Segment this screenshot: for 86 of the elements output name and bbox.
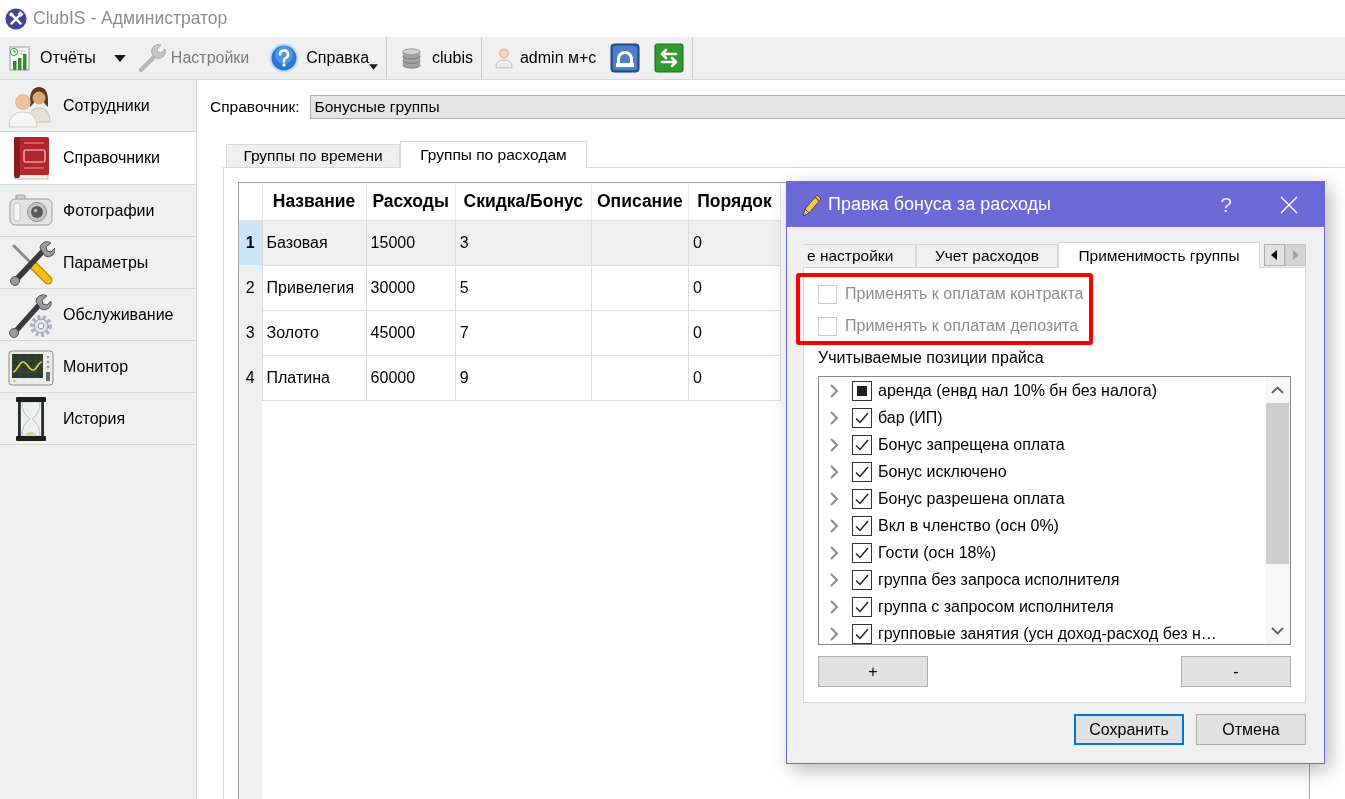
checkbox[interactable] (852, 461, 872, 482)
report-chart-icon (7, 45, 33, 71)
list-item-label[interactable]: аренда (енвд нал 10% бн без налога) (878, 381, 1157, 400)
caret-icon (113, 54, 126, 62)
list-item-label[interactable]: бар (ИП) (878, 408, 943, 427)
checkbox[interactable] (852, 569, 872, 590)
list-item-label[interactable]: группа без запроса исполнителя (878, 570, 1120, 589)
toolbar-button[interactable]: clubis (397, 40, 476, 76)
table-cell: 5 (455, 265, 592, 310)
scrollbar-thumb[interactable] (1266, 403, 1289, 564)
tab[interactable]: е настройки (803, 244, 916, 267)
field-label: Справочник: (210, 98, 300, 116)
list-item-label[interactable]: Бонус исключено (878, 462, 1007, 481)
checkbox[interactable] (852, 542, 872, 563)
checkbox[interactable] (852, 407, 872, 428)
dialog-title: Правка бонуса за расходы (828, 194, 1051, 215)
table-cell: 3 (455, 220, 592, 265)
save-button[interactable]: Сохранить (1074, 714, 1184, 745)
close-icon (1280, 195, 1298, 214)
chevron-right-icon[interactable] (829, 571, 839, 588)
add-button[interactable]: + (818, 656, 928, 687)
cancel-button[interactable]: Отмена (1196, 714, 1306, 745)
list-item-label[interactable]: групповые занятия (усн доход-расход без н… (878, 624, 1217, 643)
table-cell: 0 (688, 220, 781, 265)
list-item-label[interactable]: Вкл в членство (осн 0%) (878, 516, 1059, 535)
tab[interactable]: Группы по времени (226, 144, 400, 167)
toolbar-button[interactable]: admin м+с (491, 40, 600, 76)
list-label: Учитываемые позиции прайса (818, 348, 1045, 368)
table-cell: 45000 (366, 310, 456, 355)
chevron-right-icon[interactable] (829, 598, 839, 615)
chevron-right-icon[interactable] (829, 436, 839, 453)
caret-icon (369, 64, 379, 70)
checkbox[interactable] (852, 515, 872, 536)
table-cell: 9 (455, 355, 592, 400)
chevron-right-icon[interactable] (829, 382, 839, 399)
tab[interactable]: Применимость группы (1058, 242, 1260, 268)
swap-arrows-icon (654, 43, 685, 73)
table-cell: Привелегия (262, 265, 367, 310)
checkbox[interactable] (852, 623, 872, 644)
column-header[interactable]: Порядок (688, 183, 781, 220)
checkbox[interactable] (852, 380, 872, 401)
toolbar-button[interactable]: Отчёты (4, 40, 99, 76)
chevron-right-icon[interactable] (829, 517, 839, 534)
checkbox[interactable] (852, 596, 872, 617)
window-title: ClubIS - Администратор (33, 8, 228, 29)
app-logo-icon (5, 7, 27, 30)
remove-button[interactable]: - (1181, 656, 1291, 687)
scroll-left-icon[interactable] (1264, 244, 1285, 266)
table-cell: Золото (262, 310, 367, 355)
checkbox[interactable] (852, 488, 872, 509)
table-cell: 7 (455, 310, 592, 355)
column-header[interactable]: Название (262, 183, 367, 220)
table-cell: 0 (688, 310, 781, 355)
chevron-right-icon[interactable] (829, 544, 839, 561)
table-cell: Платина (262, 355, 367, 400)
row-header[interactable]: 1 (239, 220, 262, 265)
sidebar-item[interactable]: Справочники (0, 132, 196, 185)
list-item-label[interactable]: Бонус запрещена оплата (878, 435, 1065, 454)
chevron-right-icon[interactable] (829, 625, 839, 642)
chevron-right-icon[interactable] (829, 463, 839, 480)
tab[interactable]: Учет расходов (916, 244, 1058, 267)
table-cell: 15000 (366, 220, 456, 265)
list-item-label[interactable]: Бонус разрешена оплата (878, 489, 1065, 508)
lock-icon (610, 43, 641, 73)
row-header[interactable]: 2 (239, 265, 262, 310)
table-cell: 30000 (366, 265, 456, 310)
chevron-right-icon[interactable] (829, 490, 839, 507)
column-header[interactable]: Описание (591, 183, 689, 220)
database-icon (400, 46, 424, 70)
table-cell: 0 (688, 265, 781, 310)
table-cell: 0 (688, 355, 781, 400)
wrench-screwdriver-icon (7, 238, 55, 287)
column-header[interactable]: Скидка/Бонус (455, 183, 592, 220)
help-button[interactable]: ? (1203, 182, 1249, 227)
table-cell: 60000 (366, 355, 456, 400)
list-item-label[interactable]: Гости (осн 18%) (878, 543, 997, 562)
catalog-select[interactable]: Бонусные группы (309, 95, 1345, 119)
tab[interactable]: Группы по расходам (400, 141, 587, 168)
checkbox[interactable] (852, 434, 872, 455)
help-icon (269, 43, 300, 73)
user-icon (494, 47, 513, 69)
toolbar-button[interactable]: Справка (266, 40, 382, 76)
column-header[interactable]: Расходы (366, 183, 456, 220)
list-item-label[interactable]: группа с запросом исполнителя (878, 597, 1114, 616)
chevron-right-icon[interactable] (829, 409, 839, 426)
table-cell: Базовая (262, 220, 367, 265)
